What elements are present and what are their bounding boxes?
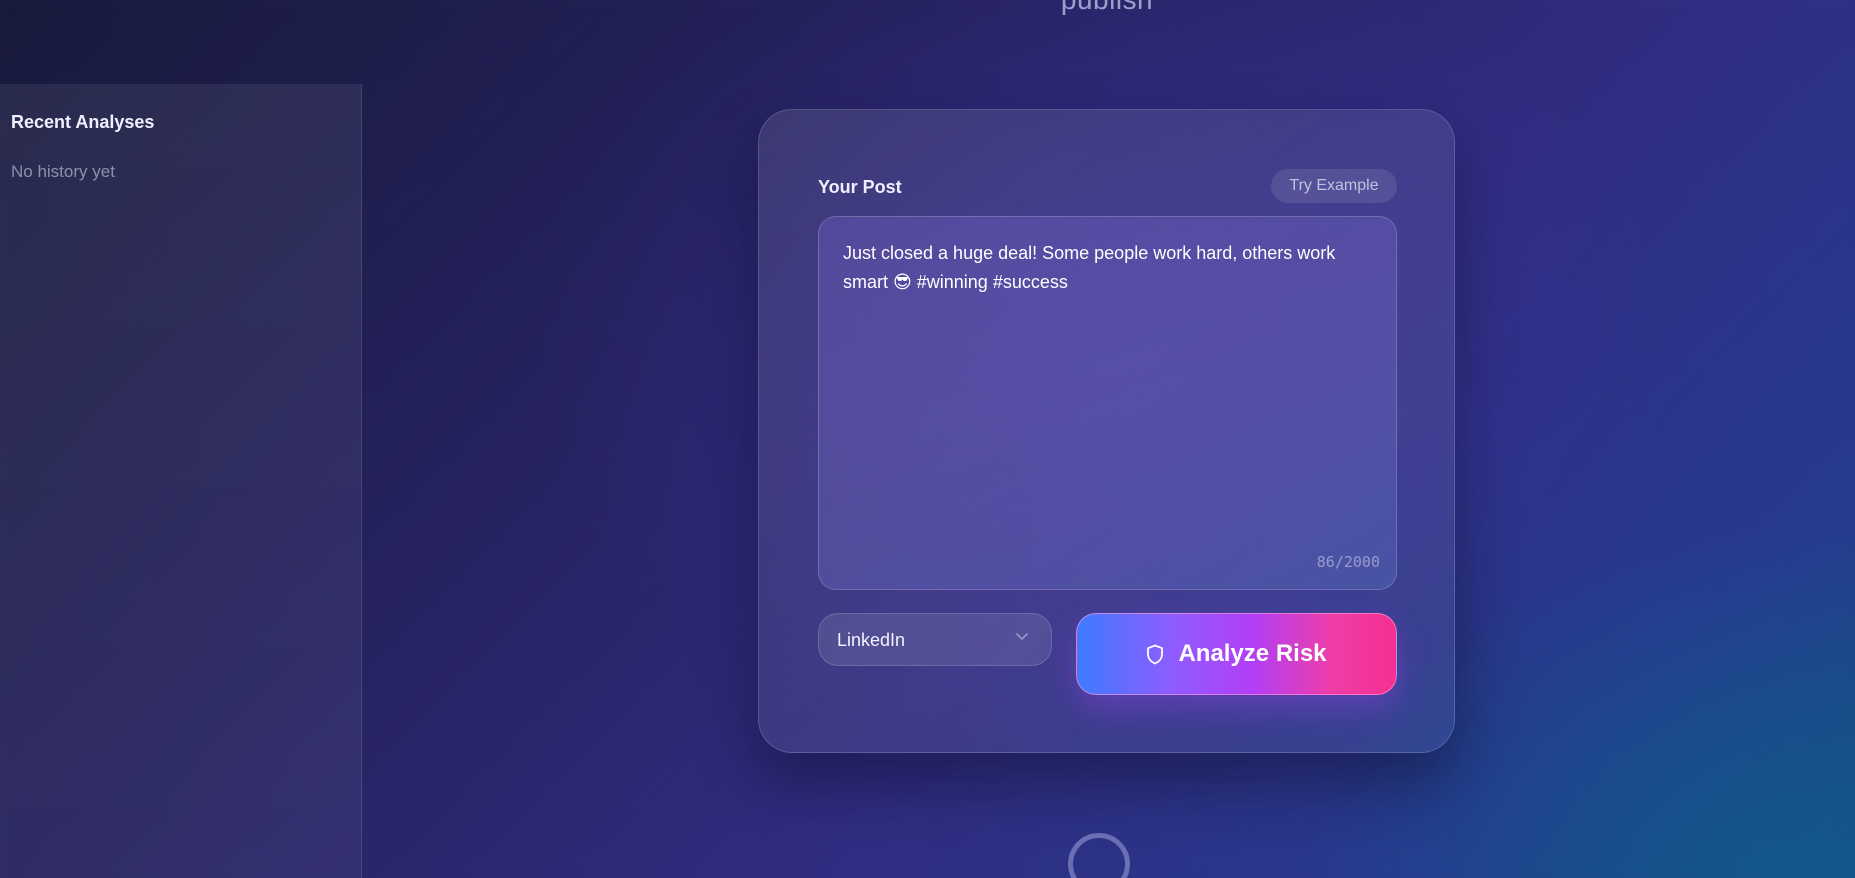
post-label: Your Post [818,177,902,197]
platform-selected-value: LinkedIn [837,630,906,650]
page-subtitle: publish [0,0,1855,16]
post-text: Just closed a huge deal! Some people wor… [843,243,1341,292]
shield-icon [1147,644,1164,664]
post-textarea[interactable]: Just closed a huge deal! Some people wor… [818,216,1397,590]
sidebar-title: Recent Analyses [11,112,155,132]
analyze-risk-button[interactable]: Analyze Risk [1076,613,1397,695]
analyze-risk-label: Analyze Risk [1178,640,1327,667]
spinner-icon [1068,833,1130,878]
history-empty-text: No history yet [11,162,115,181]
post-composer-card: Your Post Try Example Just closed a huge… [758,109,1455,753]
history-sidebar: Recent Analyses No history yet [0,84,362,878]
chevron-down-icon [1016,633,1028,640]
char-count: 86/2000 [1316,553,1380,571]
try-example-button[interactable]: Try Example [1271,169,1397,203]
platform-select[interactable]: LinkedIn [818,613,1052,666]
